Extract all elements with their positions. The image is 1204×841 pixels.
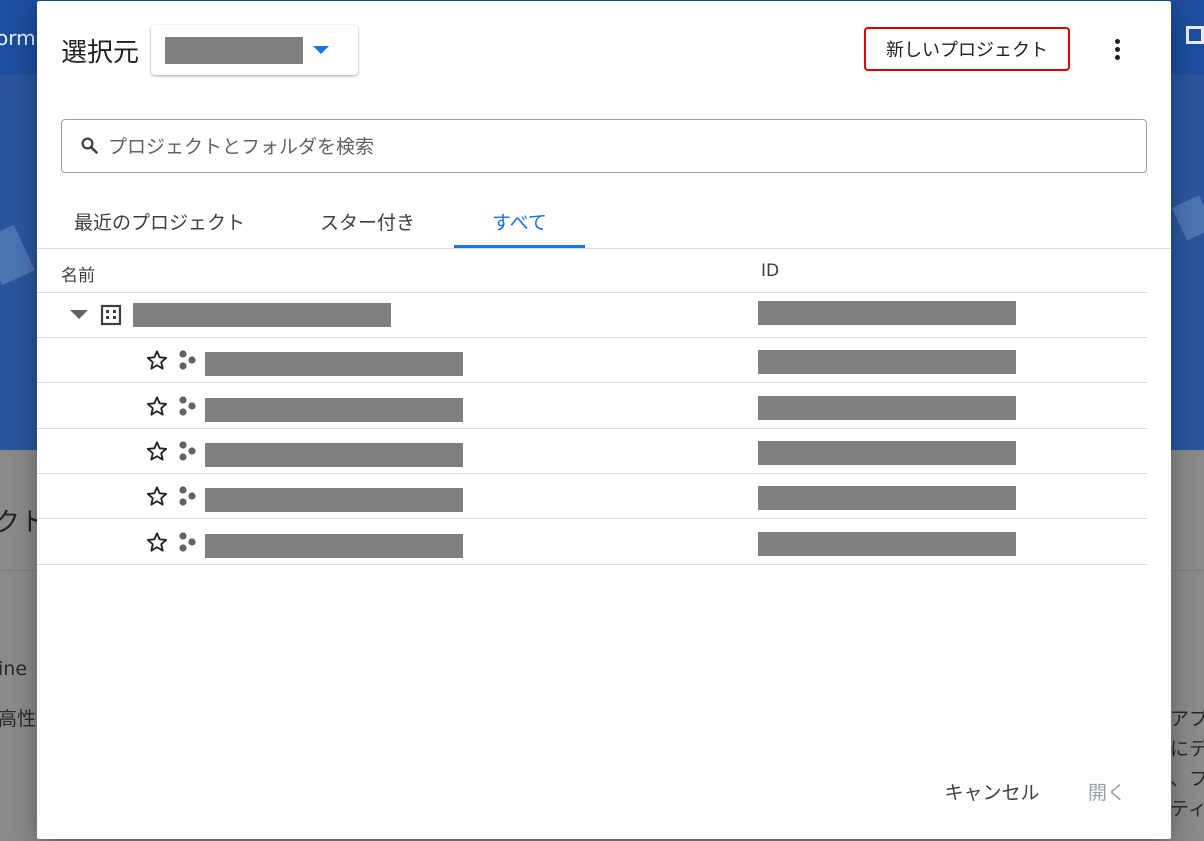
- search-icon: [81, 137, 98, 154]
- cancel-button[interactable]: キャンセル: [931, 773, 1053, 809]
- project-name-redacted: [205, 534, 463, 558]
- star-icon[interactable]: [146, 485, 168, 507]
- project-icon: [177, 485, 199, 507]
- star-icon[interactable]: [146, 349, 168, 371]
- project-icon: [177, 531, 199, 553]
- project-icon: [177, 395, 199, 417]
- background-grid-icon: [1186, 26, 1204, 44]
- background-text: ine: [0, 658, 28, 680]
- background-text: にデ: [1170, 738, 1204, 760]
- project-id-redacted: [758, 396, 1016, 420]
- tabs-divider: [37, 248, 1171, 249]
- row-divider: [37, 518, 1147, 519]
- background-text: ティ: [1170, 798, 1204, 820]
- star-icon[interactable]: [146, 395, 168, 417]
- column-header-id: ID: [761, 261, 780, 281]
- project-icon: [177, 349, 199, 371]
- tab-starred[interactable]: スター付き: [320, 208, 415, 235]
- organization-select[interactable]: [151, 25, 358, 75]
- open-button: 開く: [1077, 773, 1137, 809]
- star-icon[interactable]: [146, 531, 168, 553]
- project-id-redacted: [758, 441, 1016, 465]
- header-divider: [37, 292, 1147, 293]
- building-icon: [100, 304, 122, 326]
- project-name-redacted: [205, 398, 463, 422]
- row-divider: [37, 382, 1147, 383]
- row-divider: [37, 473, 1147, 474]
- organization-row-id-redacted: [758, 301, 1016, 325]
- organization-row-name-redacted: [133, 303, 391, 327]
- chevron-down-icon: [313, 46, 329, 54]
- background-text: アプ: [1170, 708, 1204, 730]
- search-box: [61, 119, 1147, 173]
- more-options-icon[interactable]: [1103, 34, 1131, 66]
- row-divider: [37, 428, 1147, 429]
- project-id-redacted: [758, 350, 1016, 374]
- row-divider: [37, 564, 1147, 565]
- new-project-button[interactable]: 新しいプロジェクト: [864, 27, 1070, 71]
- background-text: 高性: [0, 708, 37, 730]
- tab-all[interactable]: すべて: [492, 208, 547, 235]
- project-name-redacted: [205, 443, 463, 467]
- organization-name-redacted: [165, 37, 303, 64]
- background-text: 、フ: [1170, 768, 1204, 790]
- project-name-redacted: [205, 488, 463, 512]
- project-id-redacted: [758, 486, 1016, 510]
- star-icon[interactable]: [146, 440, 168, 462]
- column-header-name: 名前: [61, 266, 95, 286]
- project-picker-dialog: 選択元 新しいプロジェクト 最近のプロジェクト スター付き すべて 名前 ID: [37, 1, 1171, 839]
- search-input[interactable]: [106, 130, 1126, 164]
- project-id-redacted: [758, 532, 1016, 556]
- project-name-redacted: [205, 352, 463, 376]
- expand-caret-icon[interactable]: [70, 310, 88, 319]
- background-topbar-text: orm: [0, 26, 36, 50]
- project-icon: [177, 440, 199, 462]
- tab-recent-projects[interactable]: 最近のプロジェクト: [74, 208, 245, 235]
- dialog-title: 選択元: [61, 38, 140, 68]
- row-divider: [37, 337, 1147, 338]
